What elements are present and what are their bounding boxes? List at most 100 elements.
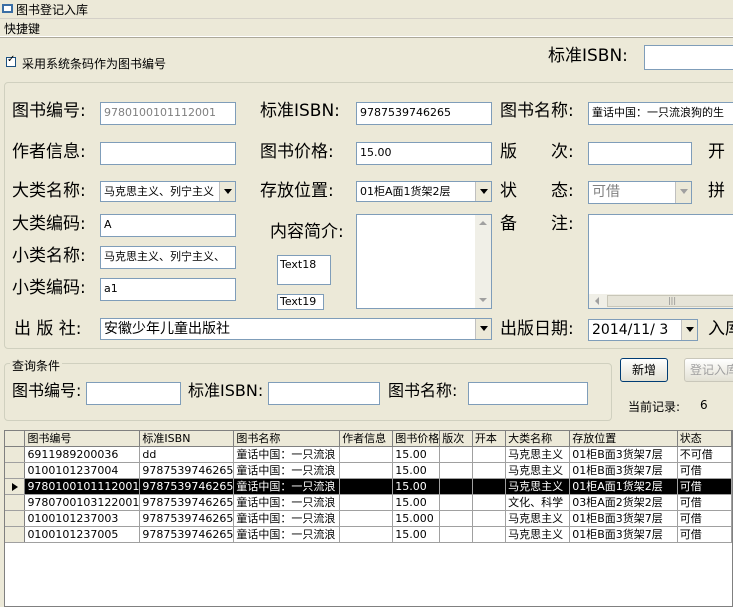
category-code-input[interactable]: A bbox=[100, 214, 236, 237]
table-cell[interactable]: 马克思主义 bbox=[505, 446, 571, 463]
table-row[interactable]: 6911989200036 dd 童话中国：一只流浪 15.00 马克思主义 01柜B面3… bbox=[5, 446, 732, 463]
table-cell[interactable] bbox=[472, 494, 507, 511]
status-select[interactable]: 可借 bbox=[588, 181, 692, 204]
column-header[interactable]: 开本 bbox=[472, 431, 507, 447]
table-cell[interactable]: 可借 bbox=[677, 526, 732, 543]
chevron-down-icon[interactable] bbox=[681, 320, 697, 340]
table-cell[interactable]: 马克思主义 bbox=[505, 526, 571, 543]
row-indicator[interactable] bbox=[5, 478, 26, 495]
table-cell[interactable]: 马克思主义 bbox=[505, 462, 571, 479]
table-row[interactable]: 9780700103122001 9787539746265 童话中国：一只流浪 15… bbox=[5, 494, 732, 511]
table-cell[interactable]: 9787539746265 bbox=[139, 462, 235, 479]
table-row[interactable]: 0100101237003 9787539746265 童话中国：一只流浪 15.00… bbox=[5, 510, 732, 527]
price-input[interactable]: 15.00 bbox=[356, 142, 492, 165]
table-cell[interactable]: 马克思主义 bbox=[505, 478, 571, 495]
subcategory-code-input[interactable]: a1 bbox=[100, 278, 236, 301]
table-cell[interactable] bbox=[339, 462, 394, 479]
table-cell[interactable] bbox=[439, 526, 473, 543]
table-cell[interactable] bbox=[472, 526, 507, 543]
author-input[interactable] bbox=[100, 142, 236, 165]
table-cell[interactable]: 01柜B面3货架7层 bbox=[569, 510, 678, 527]
table-cell[interactable]: 童话中国：一只流浪 bbox=[233, 446, 341, 463]
table-cell[interactable]: 童话中国：一只流浪 bbox=[233, 494, 341, 511]
table-cell[interactable] bbox=[439, 462, 473, 479]
table-cell[interactable]: 马克思主义 bbox=[505, 510, 571, 527]
table-cell[interactable]: 15.00 bbox=[392, 494, 441, 511]
column-header[interactable]: 作者信息 bbox=[339, 431, 394, 447]
table-cell[interactable] bbox=[339, 494, 394, 511]
table-cell[interactable]: 9787539746265 bbox=[139, 494, 235, 511]
column-header[interactable]: 标准ISBN bbox=[139, 431, 235, 447]
table-cell[interactable] bbox=[339, 446, 394, 463]
table-cell[interactable] bbox=[472, 478, 507, 495]
summary-textarea[interactable] bbox=[356, 214, 492, 309]
text19-box[interactable]: Text19 bbox=[277, 294, 324, 310]
table-cell[interactable]: 可借 bbox=[677, 478, 732, 495]
column-header[interactable]: 存放位置 bbox=[569, 431, 678, 447]
column-header[interactable]: 大类名称 bbox=[505, 431, 571, 447]
text18-box[interactable]: Text18 bbox=[277, 255, 331, 285]
table-cell[interactable]: 15.00 bbox=[392, 526, 441, 543]
pubdate-picker[interactable]: 2014/11/ 3 bbox=[588, 319, 698, 341]
book-no-input[interactable]: 9780100101112001 bbox=[100, 102, 236, 125]
table-cell[interactable]: 童话中国：一只流浪 bbox=[233, 462, 341, 479]
row-indicator[interactable] bbox=[5, 462, 26, 479]
table-cell[interactable]: 0100101237004 bbox=[24, 462, 141, 479]
category-select[interactable]: 马克思主义、列宁主义 bbox=[100, 181, 236, 202]
table-cell[interactable]: dd bbox=[139, 446, 235, 463]
row-indicator[interactable] bbox=[5, 494, 26, 511]
table-cell[interactable] bbox=[439, 510, 473, 527]
table-cell[interactable]: 可借 bbox=[677, 494, 732, 511]
query-isbn-input[interactable] bbox=[268, 382, 380, 405]
row-indicator[interactable] bbox=[5, 510, 26, 527]
table-cell[interactable]: 03柜A面2货架2层 bbox=[569, 494, 678, 511]
row-indicator[interactable] bbox=[5, 526, 26, 543]
table-cell[interactable]: 可借 bbox=[677, 462, 732, 479]
edition-input[interactable] bbox=[588, 142, 692, 165]
column-header[interactable]: 版次 bbox=[439, 431, 473, 447]
table-cell[interactable] bbox=[472, 510, 507, 527]
table-cell[interactable] bbox=[472, 462, 507, 479]
chevron-down-icon[interactable] bbox=[219, 182, 235, 201]
location-select[interactable]: 01柜A面1货架2层 bbox=[356, 181, 492, 202]
remark-textarea[interactable]: ||| bbox=[588, 214, 733, 309]
table-cell[interactable] bbox=[339, 510, 394, 527]
table-cell[interactable] bbox=[339, 526, 394, 543]
use-barcode-checkbox[interactable] bbox=[6, 54, 16, 67]
chevron-down-icon[interactable] bbox=[675, 182, 691, 203]
subcategory-input[interactable]: 马克思主义、列宁主义、 bbox=[100, 246, 236, 269]
table-cell[interactable]: 可借 bbox=[677, 510, 732, 527]
column-header[interactable]: 图书名称 bbox=[233, 431, 341, 447]
book-grid[interactable]: 图书编号 标准ISBN 图书名称 作者信息 图书价格 版次 开本 大类名称 存放位置 状态 6911… bbox=[4, 430, 733, 607]
title-input[interactable]: 童话中国：一只流浪狗的生 bbox=[588, 102, 733, 125]
table-row[interactable]: 0100101237004 9787539746265 童话中国：一只流浪 15.00… bbox=[5, 462, 732, 479]
summary-scrollbar[interactable] bbox=[475, 215, 491, 308]
table-cell[interactable]: 15.00 bbox=[392, 478, 441, 495]
table-row[interactable]: 0100101237005 9787539746265 童话中国：一只流浪 15.00… bbox=[5, 526, 732, 543]
table-cell[interactable]: 9780700103122001 bbox=[24, 494, 141, 511]
table-cell[interactable] bbox=[439, 478, 473, 495]
table-cell[interactable]: 童话中国：一只流浪 bbox=[233, 526, 341, 543]
table-cell[interactable]: 6911989200036 bbox=[24, 446, 141, 463]
register-button[interactable]: 登记入库 bbox=[684, 358, 733, 382]
table-cell[interactable]: 15.00 bbox=[392, 446, 441, 463]
remark-hscrollbar[interactable]: ||| bbox=[589, 294, 733, 308]
publisher-select[interactable]: 安徽少年儿童出版社 bbox=[100, 318, 492, 340]
table-cell[interactable]: 9780100101112001 bbox=[24, 478, 141, 495]
table-cell[interactable]: 01柜B面3货架7层 bbox=[569, 446, 678, 463]
table-cell[interactable]: 01柜B面3货架7层 bbox=[569, 526, 678, 543]
chevron-down-icon[interactable] bbox=[475, 182, 491, 201]
top-isbn-input[interactable] bbox=[644, 45, 733, 70]
table-cell[interactable]: 0100101237003 bbox=[24, 510, 141, 527]
chevron-down-icon[interactable] bbox=[475, 319, 491, 339]
table-cell[interactable] bbox=[439, 494, 473, 511]
column-header[interactable]: 图书价格 bbox=[392, 431, 441, 447]
table-cell[interactable] bbox=[439, 446, 473, 463]
table-cell[interactable]: 9787539746265 bbox=[139, 478, 235, 495]
table-cell[interactable]: 不可借 bbox=[677, 446, 732, 463]
column-header[interactable]: 状态 bbox=[677, 431, 732, 447]
table-cell[interactable]: 01柜A面1货架2层 bbox=[569, 478, 678, 495]
table-cell[interactable]: 0100101237005 bbox=[24, 526, 141, 543]
column-header[interactable]: 图书编号 bbox=[24, 431, 141, 447]
table-cell[interactable]: 9787539746265 bbox=[139, 510, 235, 527]
